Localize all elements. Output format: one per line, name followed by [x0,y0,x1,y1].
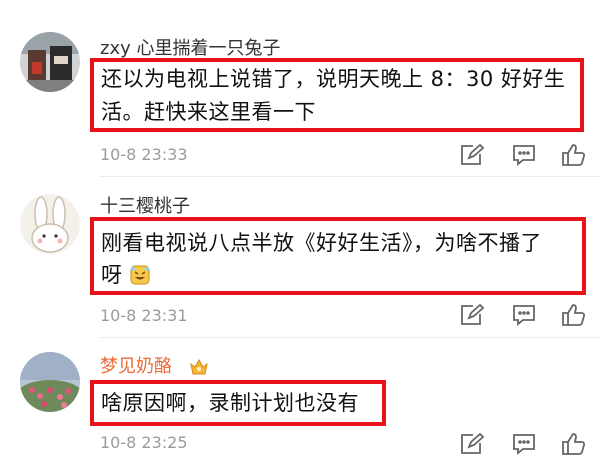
thumbs-up-icon[interactable] [561,432,587,456]
edit-icon[interactable] [459,432,485,456]
comment-text-line: 啥原因啊，录制计划也没有 [101,391,359,415]
comment-3: 梦见奶酪 啥原因啊，录制计划也没有 10-8 23:25 [0,0,600,464]
username[interactable]: 梦见奶酪 [100,356,172,378]
comment-icon[interactable] [511,432,537,456]
timestamp: 10-8 23:25 [100,433,188,452]
avatar[interactable] [20,352,80,412]
vip-badge-icon [188,356,210,378]
